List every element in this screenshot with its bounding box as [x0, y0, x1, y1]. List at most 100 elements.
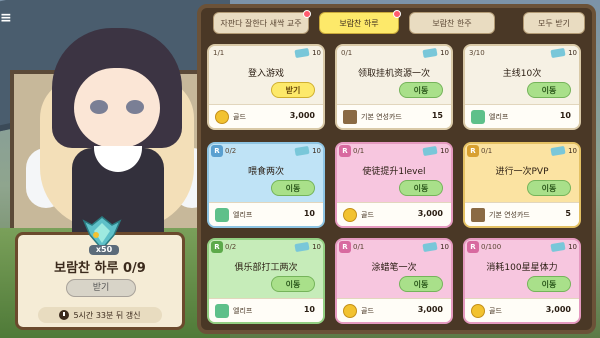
quest-task: 进行一次PVP [495, 167, 549, 177]
quest-progress: 0/2 [225, 147, 237, 155]
ticket-icon [422, 241, 438, 253]
rank-badge: R [467, 145, 479, 157]
quest-card-top: 0/1 10 领取挂机资源一次 이동 [337, 46, 451, 104]
quest-task: 领取挂机资源一次 [357, 69, 430, 79]
receive-button[interactable]: 받기 [66, 279, 136, 297]
elixir-icon [215, 208, 229, 222]
right-eye [126, 100, 144, 114]
ticket-count: 10 [568, 49, 577, 57]
reward-amount: 10 [559, 111, 571, 120]
clock-icon [59, 310, 70, 320]
quest-task: 俱乐部打工两次 [234, 263, 298, 273]
quest-task: 主线10次 [502, 69, 542, 79]
reward-count-badge: x50 [89, 245, 119, 255]
quest-task: 喂食两次 [247, 167, 284, 177]
quest-tabs: 자판다 잘한다 새싹 교주 보람찬 하루 보람찬 한주 모두 받기 [207, 10, 590, 36]
quest-card: 0/1 10 领取挂机资源一次 이동 기본 연성카드 15 [335, 44, 453, 130]
ticket-icon [422, 47, 438, 59]
quest-card: R 0/1 10 涂蜡笔一次 이동 골드 3,000 [335, 238, 453, 324]
quest-progress: 1/1 [213, 49, 225, 57]
refresh-timer: 5시간 33분 뒤 갱신 [38, 307, 162, 323]
quest-reward: 엘리프 10 [209, 298, 323, 322]
go-button[interactable]: 이동 [527, 82, 571, 98]
tab-label: 자판다 잘한다 새싹 교주 [220, 19, 302, 28]
reward-amount: 3,000 [289, 111, 315, 120]
quest-reward: 엘리프 10 [209, 202, 323, 226]
quest-task: 使徒提升1level [362, 167, 426, 177]
reward-amount: 10 [303, 209, 315, 218]
go-button[interactable]: 이동 [527, 276, 571, 292]
ticket-icon [550, 47, 566, 59]
quest-task: 涂蜡笔一次 [371, 263, 417, 273]
elixir-icon [215, 304, 229, 318]
panel-title: 보람찬 하루 0/9 [54, 261, 146, 276]
rank-badge: R [339, 145, 351, 157]
quest-card-grid: 1/1 10 登入游戏 받기 골드 3,000 0/1 10 领取挂机资源一次 … [207, 44, 590, 328]
ticket-count: 10 [440, 147, 449, 155]
ticket-count: 10 [312, 147, 321, 155]
reward-label: 엘리프 [233, 307, 253, 315]
rank-badge: R [211, 145, 223, 157]
ticket-count: 10 [568, 243, 577, 251]
gold-coin-icon [471, 304, 485, 318]
quest-card: 3/10 10 主线10次 이동 엘리프 10 [463, 44, 581, 130]
tab-label: 보람찬 하루 [339, 19, 379, 28]
rank-badge: R [467, 241, 479, 253]
quest-reward: 엘리프 10 [465, 104, 579, 128]
ticket-count: 10 [312, 243, 321, 251]
quest-reward: 골드 3,000 [337, 298, 451, 322]
tab-label: 모두 받기 [538, 19, 570, 28]
reward-amount: 3,000 [417, 209, 443, 218]
quest-progress: 0/1 [341, 49, 353, 57]
reward-label: 골드 [233, 113, 246, 121]
reward-amount: 3,000 [545, 305, 571, 314]
quest-card-top: R 0/1 10 涂蜡笔一次 이동 [337, 240, 451, 298]
elixir-icon [471, 110, 485, 124]
go-button[interactable]: 이동 [399, 180, 443, 196]
back-glyph-icon[interactable]: ≡ [0, 10, 14, 26]
reward-label: 골드 [361, 307, 374, 315]
character-face [74, 68, 160, 148]
tab-weekly[interactable]: 보람찬 한주 [409, 12, 495, 34]
reward-label: 골드 [361, 211, 374, 219]
quest-card: R 0/2 10 喂食两次 이동 엘리프 10 [207, 142, 325, 228]
quest-card-top: R 0/1 10 使徒提升1level 이동 [337, 144, 451, 202]
ticket-count: 10 [312, 49, 321, 57]
quest-progress: 0/100 [481, 243, 502, 251]
quest-progress: 0/1 [353, 243, 365, 251]
left-eye [90, 100, 108, 114]
quest-card: R 0/1 10 使徒提升1level 이동 골드 3,000 [335, 142, 453, 228]
tab-daily-master[interactable]: 자판다 잘한다 새싹 교주 [213, 10, 311, 34]
reward-label: 기본 연성카드 [489, 211, 530, 219]
ticket-icon [294, 241, 310, 253]
reward-label: 엘리프 [233, 211, 253, 219]
reward-label: 기본 연성카드 [361, 113, 402, 121]
go-button[interactable]: 이동 [271, 276, 315, 292]
ticket-count: 10 [440, 243, 449, 251]
claim-all-button[interactable]: 모두 받기 [523, 12, 585, 34]
rank-badge: R [339, 241, 351, 253]
quest-card: R 0/2 10 俱乐部打工两次 이동 엘리프 10 [207, 238, 325, 324]
quest-progress: 0/2 [225, 243, 237, 251]
ticket-count: 10 [440, 49, 449, 57]
quest-progress: 0/1 [481, 147, 493, 155]
tab-daily[interactable]: 보람찬 하루 [319, 10, 401, 34]
go-button[interactable]: 이동 [399, 82, 443, 98]
reward-label: 골드 [489, 307, 502, 315]
claim-button[interactable]: 받기 [271, 82, 315, 98]
quest-reward: 기본 연성카드 15 [337, 104, 451, 128]
quest-card-top: R 0/2 10 俱乐部打工两次 이동 [209, 240, 323, 298]
reward-amount: 10 [303, 305, 315, 314]
ticket-icon [422, 145, 438, 157]
quest-reward: 골드 3,000 [337, 202, 451, 226]
go-button[interactable]: 이동 [399, 276, 443, 292]
ticket-count: 10 [568, 147, 577, 155]
go-button[interactable]: 이동 [527, 180, 571, 196]
quest-card: R 0/1 10 进行一次PVP 이동 기본 연성카드 5 [463, 142, 581, 228]
daily-reward-panel: x50 보람찬 하루 0/9 받기 5시간 33분 뒤 갱신 [15, 216, 185, 330]
go-button[interactable]: 이동 [271, 180, 315, 196]
reward-amount: 5 [565, 209, 571, 218]
reward-amount: 15 [431, 111, 443, 120]
gold-coin-icon [215, 110, 229, 124]
gold-coin-icon [343, 208, 357, 222]
